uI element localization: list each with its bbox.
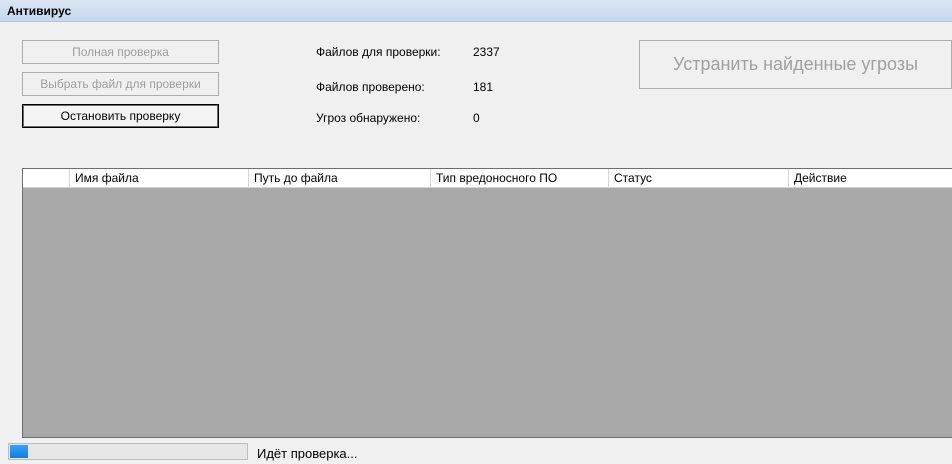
- scan-progress-bar: [8, 443, 248, 460]
- column-header-malware-type[interactable]: Тип вредоносного ПО: [431, 169, 609, 187]
- choose-file-button[interactable]: Выбрать файл для проверки: [22, 72, 219, 96]
- threats-found-label: Угроз обнаружено:: [316, 111, 421, 125]
- stop-scan-button[interactable]: Остановить проверку: [22, 104, 219, 128]
- threats-found-value: 0: [473, 111, 480, 125]
- column-header-file-path[interactable]: Путь до файла: [249, 169, 431, 187]
- files-to-scan-value: 2337: [473, 45, 500, 59]
- column-header-index[interactable]: [23, 169, 70, 187]
- column-header-action[interactable]: Действие: [789, 169, 952, 187]
- window-title: Антивирус: [7, 4, 72, 18]
- files-scanned-value: 181: [473, 80, 494, 94]
- column-header-file-name[interactable]: Имя файла: [70, 169, 249, 187]
- title-bar: Антивирус: [0, 0, 952, 22]
- status-text: Идёт проверка...: [257, 446, 358, 461]
- table-header: Имя файла Путь до файла Тип вредоносного…: [23, 169, 952, 188]
- results-table[interactable]: Имя файла Путь до файла Тип вредоносного…: [22, 168, 952, 438]
- files-to-scan-label: Файлов для проверки:: [316, 45, 441, 59]
- column-header-status[interactable]: Статус: [609, 169, 789, 187]
- progress-fill: [10, 445, 28, 458]
- fix-threats-button[interactable]: Устранить найденные угрозы: [639, 40, 952, 89]
- files-scanned-label: Файлов проверено:: [316, 80, 425, 94]
- full-scan-button[interactable]: Полная проверка: [22, 40, 219, 64]
